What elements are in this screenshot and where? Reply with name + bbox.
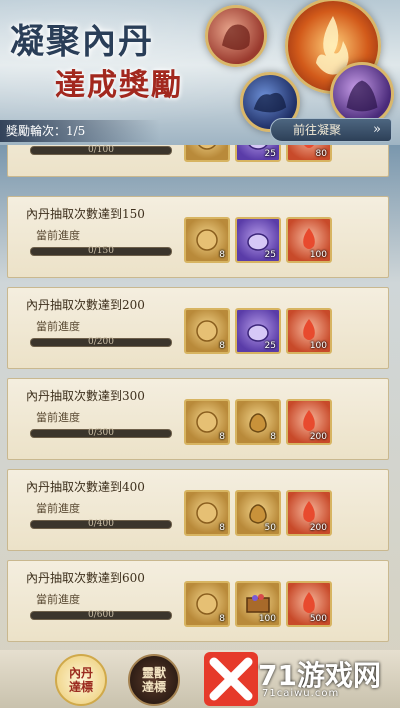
progress-text: 0/300 <box>88 428 114 438</box>
gold-chest-item[interactable]: 100 <box>235 581 281 627</box>
item-count: 200 <box>309 432 327 442</box>
gold-pouch-icon <box>196 320 218 342</box>
purple-pouch-item[interactable]: 25 <box>235 145 281 162</box>
task-title: 內丹抽取次數達到600 <box>26 571 145 585</box>
progress-label: 當前進度 <box>36 229 80 242</box>
goto-condense-button[interactable]: 前往凝聚 » <box>270 118 392 142</box>
red-flame-item[interactable]: 200 <box>286 399 332 445</box>
reward-round-label: 獎勵輪次：1/5 <box>0 120 160 142</box>
gold-pouch-item[interactable]: 8 <box>184 399 230 445</box>
gold-bag-icon <box>249 413 267 433</box>
purple-pouch-item[interactable]: 25 <box>235 217 281 263</box>
item-count: 500 <box>309 614 327 624</box>
item-count: 8 <box>219 250 225 260</box>
progress-text: 0/150 <box>88 246 114 256</box>
red-flame-item[interactable]: 200 <box>286 490 332 536</box>
item-count: 8 <box>219 614 225 624</box>
reward-items: 8 25 100 <box>184 217 332 263</box>
task-card: 0/100 25 80 <box>7 145 389 177</box>
reward-items: 8 8 200 <box>184 399 332 445</box>
tab-neidan-target[interactable]: 內丹達標 <box>55 654 107 706</box>
event-header: 凝聚內丹 達成獎勵 獎勵輪次：1/5 前往凝聚 » <box>0 0 400 145</box>
item-count: 8 <box>219 341 225 351</box>
red-flame-item[interactable]: 100 <box>286 308 332 354</box>
item-count: 25 <box>264 149 276 159</box>
red-flame-item[interactable]: 500 <box>286 581 332 627</box>
reward-items: 8 25 100 <box>184 308 332 354</box>
gold-bag-item[interactable]: 8 <box>235 399 281 445</box>
tab-label: 內丹達標 <box>68 666 93 694</box>
tab-spirit-beast-target[interactable]: 靈獸達標 <box>128 654 180 706</box>
red-flame-item[interactable]: 80 <box>286 145 332 162</box>
item-count: 100 <box>309 341 327 351</box>
task-title: 內丹抽取次數達到400 <box>26 480 145 494</box>
item-count: 50 <box>264 523 276 533</box>
gold-bag-item[interactable]: 50 <box>235 490 281 536</box>
app-root: 凝聚內丹 達成獎勵 獎勵輪次：1/5 前往凝聚 » 0/100 25 80 內丹… <box>0 0 400 708</box>
gold-pouch-item[interactable]: 8 <box>184 581 230 627</box>
item-count: 100 <box>309 250 327 260</box>
task-list[interactable]: 0/100 25 80 內丹抽取次數達到150 當前進度 0/150 8 25 … <box>0 145 400 650</box>
task-title: 內丹抽取次數達到150 <box>26 207 145 221</box>
item-count: 8 <box>219 523 225 533</box>
progress-label: 當前進度 <box>36 502 80 515</box>
purple-pouch-item[interactable]: 25 <box>235 308 281 354</box>
task-card: 內丹抽取次數達到600 當前進度 0/600 8 100 500 <box>7 560 389 642</box>
item-count: 100 <box>258 614 276 624</box>
gold-pouch-icon <box>196 593 218 615</box>
double-chevron-right-icon: » <box>373 122 381 137</box>
item-count: 25 <box>264 250 276 260</box>
watermark-url: 71caiwu.com <box>262 688 340 699</box>
gold-pouch-item[interactable]: 8 <box>184 308 230 354</box>
task-title: 內丹抽取次數達到300 <box>26 389 145 403</box>
purple-fox-orb-icon <box>330 62 394 126</box>
watermark-logo-icon <box>204 652 258 706</box>
red-beast-orb-icon <box>205 5 267 67</box>
progress-label: 當前進度 <box>36 593 80 606</box>
reward-items: 8 50 200 <box>184 490 332 536</box>
gold-pouch-icon <box>198 145 216 150</box>
reward-items: 8 100 500 <box>184 581 332 627</box>
task-card: 內丹抽取次數達到300 當前進度 0/300 8 8 200 <box>7 378 389 460</box>
gold-pouch-item[interactable]: 8 <box>184 217 230 263</box>
progress-text: 0/400 <box>88 519 114 529</box>
progress-text: 0/200 <box>88 337 114 347</box>
gold-pouch-icon <box>196 411 218 433</box>
item-count: 80 <box>315 149 327 159</box>
progress-label: 當前進度 <box>36 411 80 424</box>
tab-label: 靈獸達標 <box>141 666 166 694</box>
event-title: 凝聚內丹 <box>10 22 154 62</box>
task-card: 內丹抽取次數達到150 當前進度 0/150 8 25 100 <box>7 196 389 278</box>
gold-pouch-icon <box>196 229 218 251</box>
progress-text: 0/600 <box>88 610 114 620</box>
item-count: 25 <box>264 341 276 351</box>
goto-condense-label: 前往凝聚 <box>293 123 342 137</box>
gold-pouch-item[interactable] <box>184 145 230 162</box>
item-count: 8 <box>219 432 225 442</box>
reward-items: 25 80 <box>184 145 332 162</box>
gold-pouch-icon <box>196 502 218 524</box>
item-count: 200 <box>309 523 327 533</box>
item-count: 8 <box>270 432 276 442</box>
red-flame-item[interactable]: 100 <box>286 217 332 263</box>
gold-pouch-item[interactable]: 8 <box>184 490 230 536</box>
task-card: 內丹抽取次數達到400 當前進度 0/400 8 50 200 <box>7 469 389 551</box>
progress-label: 當前進度 <box>36 320 80 333</box>
task-card: 內丹抽取次數達到200 當前進度 0/200 8 25 100 <box>7 287 389 369</box>
event-subtitle: 達成獎勵 <box>55 68 183 103</box>
progress-text: 0/100 <box>88 145 114 155</box>
task-title: 內丹抽取次數達到200 <box>26 298 145 312</box>
